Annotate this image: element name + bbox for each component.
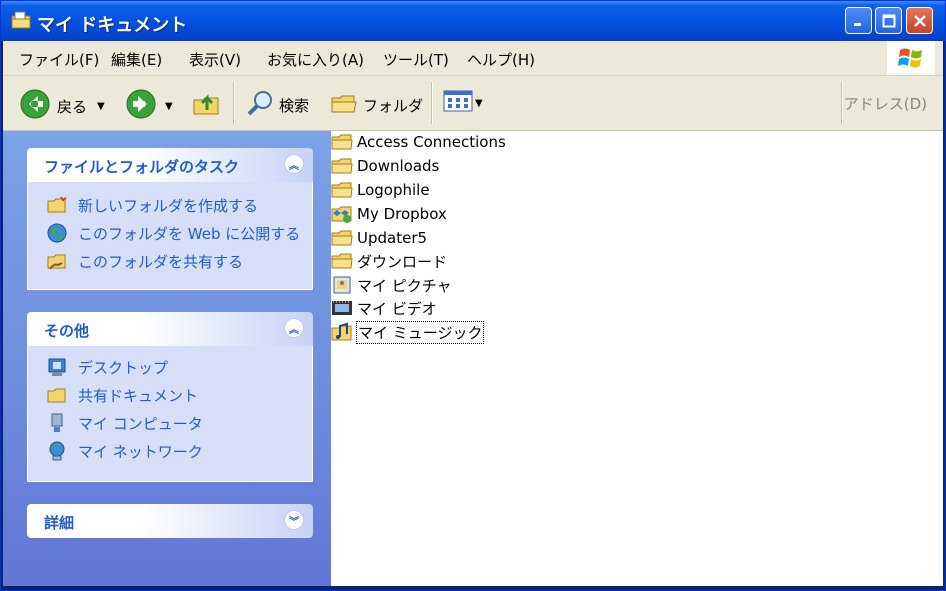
panel-title: その他 <box>44 322 90 340</box>
toolbar-separator <box>841 82 843 124</box>
folder-icon <box>331 251 353 271</box>
list-item-folder[interactable]: マイ ビデオ <box>331 297 438 319</box>
panel-title: ファイルとフォルダのタスク <box>44 158 240 176</box>
task-label: このフォルダを共有する <box>78 252 244 271</box>
folders-label: フォルダ <box>363 96 424 115</box>
other-places-body: デスクトップ 共有ドキュメント マイ コンピュータ マイ ネットワーク <box>27 346 313 482</box>
toolbar-separator <box>233 82 235 124</box>
maximize-button[interactable] <box>875 7 902 34</box>
file-folder-tasks-header[interactable]: ファイルとフォルダのタスク ︽ <box>27 148 313 182</box>
up-folder-icon <box>191 88 221 122</box>
address-label[interactable]: アドレス(D) <box>844 93 927 114</box>
task-label: このフォルダを Web に公開する <box>78 224 301 243</box>
folder-icon <box>331 228 353 248</box>
file-name: My Dropbox <box>357 205 447 223</box>
folders-icon <box>329 88 359 122</box>
file-name: マイ ピクチャ <box>357 276 452 295</box>
collapse-chevron-icon[interactable]: ︽ <box>284 154 304 174</box>
folder-icon <box>331 156 353 176</box>
search-button[interactable]: 検索 <box>245 88 309 122</box>
computer-icon <box>46 412 68 434</box>
title-bar[interactable]: マイ ドキュメント <box>1 1 945 41</box>
place-shared-documents[interactable]: 共有ドキュメント <box>46 384 198 406</box>
panel-title: 詳細 <box>44 514 75 532</box>
globe-icon <box>46 222 68 244</box>
menu-bar: ファイル(F) 編集(E) 表示(V) お気に入り(A) ツール(T) ヘルプ(… <box>3 41 943 76</box>
forward-dropdown-icon[interactable]: ▼ <box>165 101 173 112</box>
menu-tools[interactable]: ツール(T) <box>383 49 449 70</box>
file-name: Updater5 <box>357 229 428 247</box>
task-publish-web[interactable]: このフォルダを Web に公開する <box>46 222 300 244</box>
pictures-folder-icon <box>331 275 353 295</box>
toolbar-separator <box>431 82 433 124</box>
list-item-folder[interactable]: My Dropbox <box>331 203 448 225</box>
shared-folder-icon <box>46 250 68 272</box>
new-folder-icon <box>46 194 68 216</box>
place-desktop[interactable]: デスクトップ <box>46 356 168 378</box>
views-button[interactable]: ▼ <box>443 88 483 118</box>
file-name: マイ ミュージック <box>356 320 485 344</box>
list-item-folder[interactable]: マイ ミュージック <box>331 320 485 344</box>
forward-button[interactable]: ▼ <box>125 88 173 124</box>
task-share-folder[interactable]: このフォルダを共有する <box>46 250 243 272</box>
views-icon <box>443 88 473 118</box>
up-folder-button[interactable] <box>191 88 221 122</box>
search-icon <box>245 88 275 122</box>
list-item-folder[interactable]: Updater5 <box>331 227 428 249</box>
back-dropdown-icon[interactable]: ▼ <box>97 101 105 112</box>
search-label: 検索 <box>279 96 310 115</box>
place-my-computer[interactable]: マイ コンピュータ <box>46 412 203 434</box>
expand-chevron-icon[interactable]: ︾ <box>284 510 304 530</box>
file-name: Logophile <box>357 181 430 199</box>
my-documents-icon <box>10 10 31 30</box>
menu-edit[interactable]: 編集(E) <box>111 49 162 70</box>
back-arrow-icon <box>19 88 51 124</box>
back-button[interactable]: 戻る ▼ <box>19 88 105 124</box>
network-icon <box>46 440 68 462</box>
menu-help[interactable]: ヘルプ(H) <box>467 49 535 70</box>
list-item-folder[interactable]: Access Connections <box>331 131 507 153</box>
collapse-chevron-icon[interactable]: ︽ <box>284 318 304 338</box>
file-folder-tasks-body: 新しいフォルダを作成する このフォルダを Web に公開する このフォルダを共有… <box>27 182 313 290</box>
place-my-network[interactable]: マイ ネットワーク <box>46 440 203 462</box>
place-label: マイ コンピュータ <box>78 414 203 433</box>
menu-file[interactable]: ファイル(F) <box>19 49 99 70</box>
dropbox-folder-icon <box>331 204 353 224</box>
list-item-folder[interactable]: Downloads <box>331 155 440 177</box>
file-name: Downloads <box>357 157 440 175</box>
desktop-icon <box>46 356 68 378</box>
menu-view[interactable]: 表示(V) <box>189 49 241 70</box>
close-button[interactable] <box>906 7 933 34</box>
list-item-folder[interactable]: Logophile <box>331 179 431 201</box>
windows-logo-icon <box>887 41 935 75</box>
window-title: マイ ドキュメント <box>37 15 188 36</box>
video-folder-icon <box>331 298 353 318</box>
list-item-folder[interactable]: ダウンロード <box>331 250 448 272</box>
file-name: マイ ビデオ <box>357 299 437 318</box>
toolbar: 戻る ▼ ▼ 検索 フォルダ ▼ アドレス(D) <box>3 76 943 131</box>
place-label: デスクトップ <box>78 358 169 377</box>
file-list: Access Connections Downloads Logophile M… <box>331 131 943 586</box>
task-label: 新しいフォルダを作成する <box>78 196 259 215</box>
place-label: 共有ドキュメント <box>78 386 199 405</box>
menu-favorites[interactable]: お気に入り(A) <box>267 49 364 70</box>
file-name: Access Connections <box>357 133 506 151</box>
details-header[interactable]: 詳細 ︾ <box>27 504 313 538</box>
back-label: 戻る <box>57 97 88 116</box>
folders-button[interactable]: フォルダ <box>329 88 423 122</box>
other-places-header[interactable]: その他 ︽ <box>27 312 313 346</box>
music-folder-icon <box>331 322 353 342</box>
task-new-folder[interactable]: 新しいフォルダを作成する <box>46 194 258 216</box>
place-label: マイ ネットワーク <box>78 442 203 461</box>
file-name: ダウンロード <box>357 252 448 271</box>
views-dropdown-icon: ▼ <box>475 97 483 109</box>
explorer-window: マイ ドキュメント ファイル(F) 編集(E) 表示(V) お気に入り(A) ツ… <box>0 0 946 591</box>
forward-arrow-icon <box>125 88 157 124</box>
folder-icon <box>331 132 353 152</box>
folder-icon <box>331 180 353 200</box>
minimize-button[interactable] <box>845 7 872 34</box>
task-pane: ファイルとフォルダのタスク ︽ 新しいフォルダを作成する このフォルダを Web… <box>3 131 331 586</box>
list-item-folder[interactable]: マイ ピクチャ <box>331 274 453 296</box>
folder-icon <box>46 384 68 406</box>
